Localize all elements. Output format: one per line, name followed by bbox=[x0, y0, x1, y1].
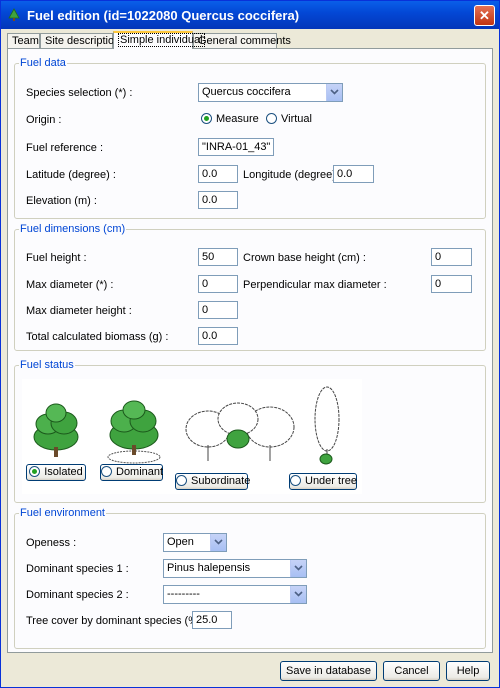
isolated-shrub-icon bbox=[33, 403, 79, 457]
crown-base-height-field[interactable]: 0 bbox=[431, 248, 472, 266]
dropdown-arrow-button[interactable] bbox=[290, 586, 306, 603]
latitude-field[interactable]: 0.0 bbox=[198, 165, 238, 183]
help-button[interactable]: Help bbox=[446, 661, 490, 681]
chevron-down-icon bbox=[214, 539, 223, 545]
openess-dropdown[interactable]: Open bbox=[163, 533, 227, 552]
elevation-field[interactable]: 0.0 bbox=[198, 191, 238, 209]
radio-unselected-icon bbox=[266, 113, 277, 124]
status-dominant-radio[interactable]: Dominant bbox=[100, 464, 163, 481]
dominant-species-2-value: --------- bbox=[167, 588, 200, 600]
fuel-dimensions-legend: Fuel dimensions (cm) bbox=[20, 223, 126, 235]
dominant-shrub-icon bbox=[107, 400, 161, 464]
title-bar[interactable]: Fuel edition (id=1022080 Quercus coccife… bbox=[1, 1, 499, 29]
fuel-height-field[interactable]: 50 bbox=[198, 248, 238, 266]
fuel-data-legend: Fuel data bbox=[20, 57, 66, 69]
under-tree-icon bbox=[314, 386, 340, 465]
species-selection-dropdown[interactable]: Quercus coccifera bbox=[198, 83, 343, 102]
dominant-species-1-value: Pinus halepensis bbox=[167, 562, 251, 574]
cancel-button[interactable]: Cancel bbox=[383, 661, 440, 681]
close-icon: ✕ bbox=[479, 8, 490, 23]
max-diameter-height-field[interactable]: 0 bbox=[198, 301, 238, 319]
chevron-down-icon bbox=[330, 89, 339, 95]
crown-base-height-label: Crown base height (cm) : bbox=[243, 252, 366, 264]
total-biomass-label: Total calculated biomass (g) : bbox=[26, 331, 169, 343]
radio-selected-icon bbox=[201, 113, 212, 124]
radio-label: Under tree bbox=[305, 475, 357, 487]
fuel-status-legend: Fuel status bbox=[20, 359, 74, 371]
dominant-species-1-label: Dominant species 1 : bbox=[26, 563, 129, 575]
fuel-reference-label: Fuel reference : bbox=[26, 142, 104, 154]
tab-team[interactable]: Team bbox=[7, 33, 40, 48]
fuel-environment-group: Fuel environment bbox=[14, 507, 486, 649]
radio-label: Dominant bbox=[116, 466, 164, 478]
tab-label: General comments bbox=[198, 35, 291, 47]
species-selection-value: Quercus coccifera bbox=[202, 86, 291, 98]
chevron-down-icon bbox=[294, 591, 303, 597]
fuel-edition-window: Fuel edition (id=1022080 Quercus coccife… bbox=[0, 0, 500, 688]
radio-unselected-icon bbox=[101, 466, 112, 477]
perpendicular-max-diameter-field[interactable]: 0 bbox=[431, 275, 472, 293]
longitude-label: Longitude (degree) : bbox=[243, 169, 343, 181]
tab-label: Simple individual bbox=[118, 33, 205, 47]
chevron-down-icon bbox=[294, 565, 303, 571]
openess-label: Openess : bbox=[26, 537, 77, 549]
save-in-database-button[interactable]: Save in database bbox=[280, 661, 377, 681]
tab-simple-individual[interactable]: Simple individual bbox=[113, 31, 205, 49]
origin-measure-radio[interactable]: Measure bbox=[201, 113, 259, 125]
status-isolated-radio[interactable]: Isolated bbox=[26, 464, 86, 481]
fuel-environment-legend: Fuel environment bbox=[20, 507, 105, 519]
dropdown-arrow-button[interactable] bbox=[210, 534, 226, 551]
status-subordinate-radio[interactable]: Subordinate bbox=[175, 473, 251, 490]
max-diameter-label: Max diameter (*) : bbox=[26, 279, 114, 291]
dominant-species-1-dropdown[interactable]: Pinus halepensis bbox=[163, 559, 307, 578]
subordinate-shrub-icon bbox=[185, 402, 295, 461]
max-diameter-height-label: Max diameter height : bbox=[26, 305, 132, 317]
species-selection-label: Species selection (*) : bbox=[26, 87, 133, 99]
longitude-field[interactable]: 0.0 bbox=[333, 165, 374, 183]
radio-label: Subordinate bbox=[191, 475, 251, 487]
dominant-species-2-label: Dominant species 2 : bbox=[26, 589, 129, 601]
tab-label: Site description bbox=[45, 35, 121, 47]
tree-app-icon bbox=[8, 8, 20, 21]
simple-individual-panel: Fuel data Species selection (*) : Quercu… bbox=[7, 48, 493, 653]
dropdown-arrow-button[interactable] bbox=[290, 560, 306, 577]
tree-cover-field[interactable]: 25.0 bbox=[192, 611, 232, 629]
status-under-tree-radio[interactable]: Under tree bbox=[289, 473, 357, 490]
fuel-reference-field[interactable]: "INRA-01_43" bbox=[198, 138, 274, 156]
fuel-height-label: Fuel height : bbox=[26, 252, 87, 264]
total-biomass-field[interactable]: 0.0 bbox=[198, 327, 238, 345]
origin-label: Origin : bbox=[26, 114, 62, 126]
radio-label: Isolated bbox=[44, 466, 83, 478]
dominant-species-2-dropdown[interactable]: --------- bbox=[163, 585, 307, 604]
tab-site-description[interactable]: Site description bbox=[40, 33, 120, 48]
radio-label: Virtual bbox=[281, 113, 312, 125]
tab-general-comments[interactable]: General comments bbox=[193, 33, 291, 48]
radio-unselected-icon bbox=[290, 475, 301, 486]
tab-label: Team bbox=[12, 35, 39, 47]
close-button[interactable]: ✕ bbox=[474, 5, 495, 26]
max-diameter-field[interactable]: 0 bbox=[198, 275, 238, 293]
dropdown-arrow-button[interactable] bbox=[326, 84, 342, 101]
window-title: Fuel edition (id=1022080 Quercus coccife… bbox=[27, 8, 300, 23]
perpendicular-max-diameter-label: Perpendicular max diameter : bbox=[243, 279, 387, 291]
origin-virtual-radio[interactable]: Virtual bbox=[266, 113, 312, 125]
radio-label: Measure bbox=[216, 113, 259, 125]
elevation-label: Elevation (m) : bbox=[26, 195, 97, 207]
latitude-label: Latitude (degree) : bbox=[26, 169, 116, 181]
radio-unselected-icon bbox=[176, 475, 187, 486]
tree-cover-label: Tree cover by dominant species (%) : bbox=[26, 615, 208, 627]
openess-value: Open bbox=[167, 536, 194, 548]
radio-selected-icon bbox=[29, 466, 41, 477]
